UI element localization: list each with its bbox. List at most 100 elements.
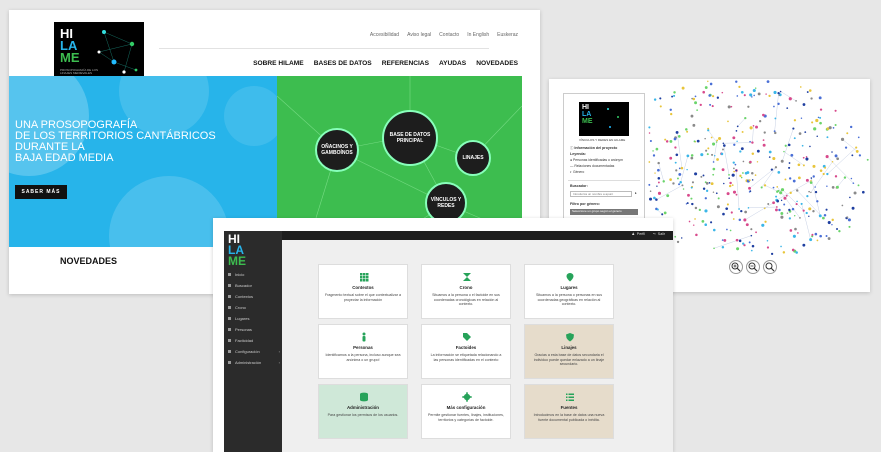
network-node[interactable] [740,90,744,94]
network-node[interactable] [705,149,708,152]
link-aviso-legal[interactable]: Aviso legal [407,32,431,38]
network-node[interactable] [779,90,782,93]
network-node[interactable] [797,232,799,234]
network-node[interactable] [691,202,694,206]
link-euskeraz[interactable]: Euskeraz [497,32,518,38]
network-node[interactable] [748,191,751,193]
network-node[interactable] [649,190,652,193]
network-node[interactable] [762,143,766,147]
network-node[interactable] [743,218,747,222]
network-node[interactable] [704,86,708,89]
network-node[interactable] [753,94,755,97]
network-node[interactable] [701,219,705,223]
network-node[interactable] [704,137,706,140]
network-node[interactable] [749,93,753,97]
network-node[interactable] [851,206,855,210]
network-node[interactable] [796,200,798,203]
network-node[interactable] [825,155,829,159]
network-node[interactable] [770,168,774,171]
network-node[interactable] [831,160,834,163]
network-node[interactable] [696,109,699,112]
network-node[interactable] [796,189,799,192]
network-node[interactable] [805,178,809,182]
network-node[interactable] [711,105,714,108]
network-node[interactable] [777,170,781,174]
network-node[interactable] [778,208,781,212]
node-onacinos-gamboinos[interactable]: OÑACINOS Y GAMBOÍNOS [315,128,359,172]
network-node[interactable] [765,93,767,95]
network-node[interactable] [755,125,758,129]
network-node[interactable] [673,94,676,97]
network-node[interactable] [792,127,795,130]
network-node[interactable] [690,114,694,118]
network-node[interactable] [674,146,677,149]
network-node[interactable] [654,172,656,174]
network-node[interactable] [708,181,711,184]
network-node[interactable] [735,80,738,83]
nav-referencias[interactable]: REFERENCIAS [382,60,429,67]
network-node[interactable] [754,174,757,176]
network-node[interactable] [728,184,732,188]
network-node[interactable] [759,120,762,123]
network-node[interactable] [738,85,741,88]
network-node[interactable] [849,125,853,129]
info-link[interactable]: ⓘ Información del proyecto [570,145,617,150]
network-node[interactable] [800,117,803,120]
network-node[interactable] [675,169,678,172]
network-node[interactable] [731,184,734,186]
network-node[interactable] [712,161,715,163]
network-node[interactable] [866,158,869,161]
network-node[interactable] [686,130,689,133]
menu-item-facticidad[interactable]: Facticidad [228,338,280,343]
network-node[interactable] [835,185,839,189]
network-node[interactable] [775,195,778,198]
network-node[interactable] [661,213,664,216]
network-node[interactable] [749,126,753,130]
network-node[interactable] [825,235,828,238]
network-node[interactable] [828,126,832,130]
network-node[interactable] [802,209,805,212]
network-node[interactable] [681,86,685,90]
network-node[interactable] [780,188,785,192]
network-node[interactable] [809,181,813,184]
network-node[interactable] [704,209,708,213]
network-node[interactable] [669,178,672,181]
network-node[interactable] [788,208,791,212]
network-node[interactable] [750,234,753,237]
network-node[interactable] [756,149,760,153]
network-node[interactable] [852,182,855,185]
network-node[interactable] [711,153,714,156]
link-in-english[interactable]: In English [467,32,489,38]
network-node[interactable] [819,169,823,172]
network-node[interactable] [666,194,670,198]
network-node[interactable] [761,223,765,227]
network-node[interactable] [808,207,812,211]
network-node[interactable] [764,220,767,223]
menu-item-contextos[interactable]: Contextos [228,294,280,299]
network-node[interactable] [715,192,718,195]
network-node[interactable] [806,195,809,198]
search-arrow-icon[interactable]: ▸ [635,191,637,195]
network-node[interactable] [692,224,695,226]
network-node[interactable] [815,118,819,123]
network-node[interactable] [774,131,777,135]
link-contacto[interactable]: Contacto [439,32,459,38]
network-node[interactable] [816,135,818,137]
network-node[interactable] [738,218,742,222]
network-node[interactable] [772,186,775,189]
network-node[interactable] [690,186,693,189]
network-node[interactable] [780,212,784,215]
network-node[interactable] [671,95,674,98]
network-node[interactable] [832,127,835,129]
network-node[interactable] [766,239,769,242]
module-tile-factoides[interactable]: Factoides La información se etiquetada re… [421,324,511,379]
network-node[interactable] [657,181,660,184]
network-node[interactable] [790,153,794,157]
menu-item-crono[interactable]: Crono [228,305,280,310]
network-node[interactable] [736,140,738,143]
network-node[interactable] [742,172,744,174]
module-tile-contextos[interactable]: Contextos Fragmento textual sobre el que … [318,264,408,319]
network-node[interactable] [690,156,694,160]
network-node[interactable] [800,202,803,206]
network-node[interactable] [716,205,720,209]
